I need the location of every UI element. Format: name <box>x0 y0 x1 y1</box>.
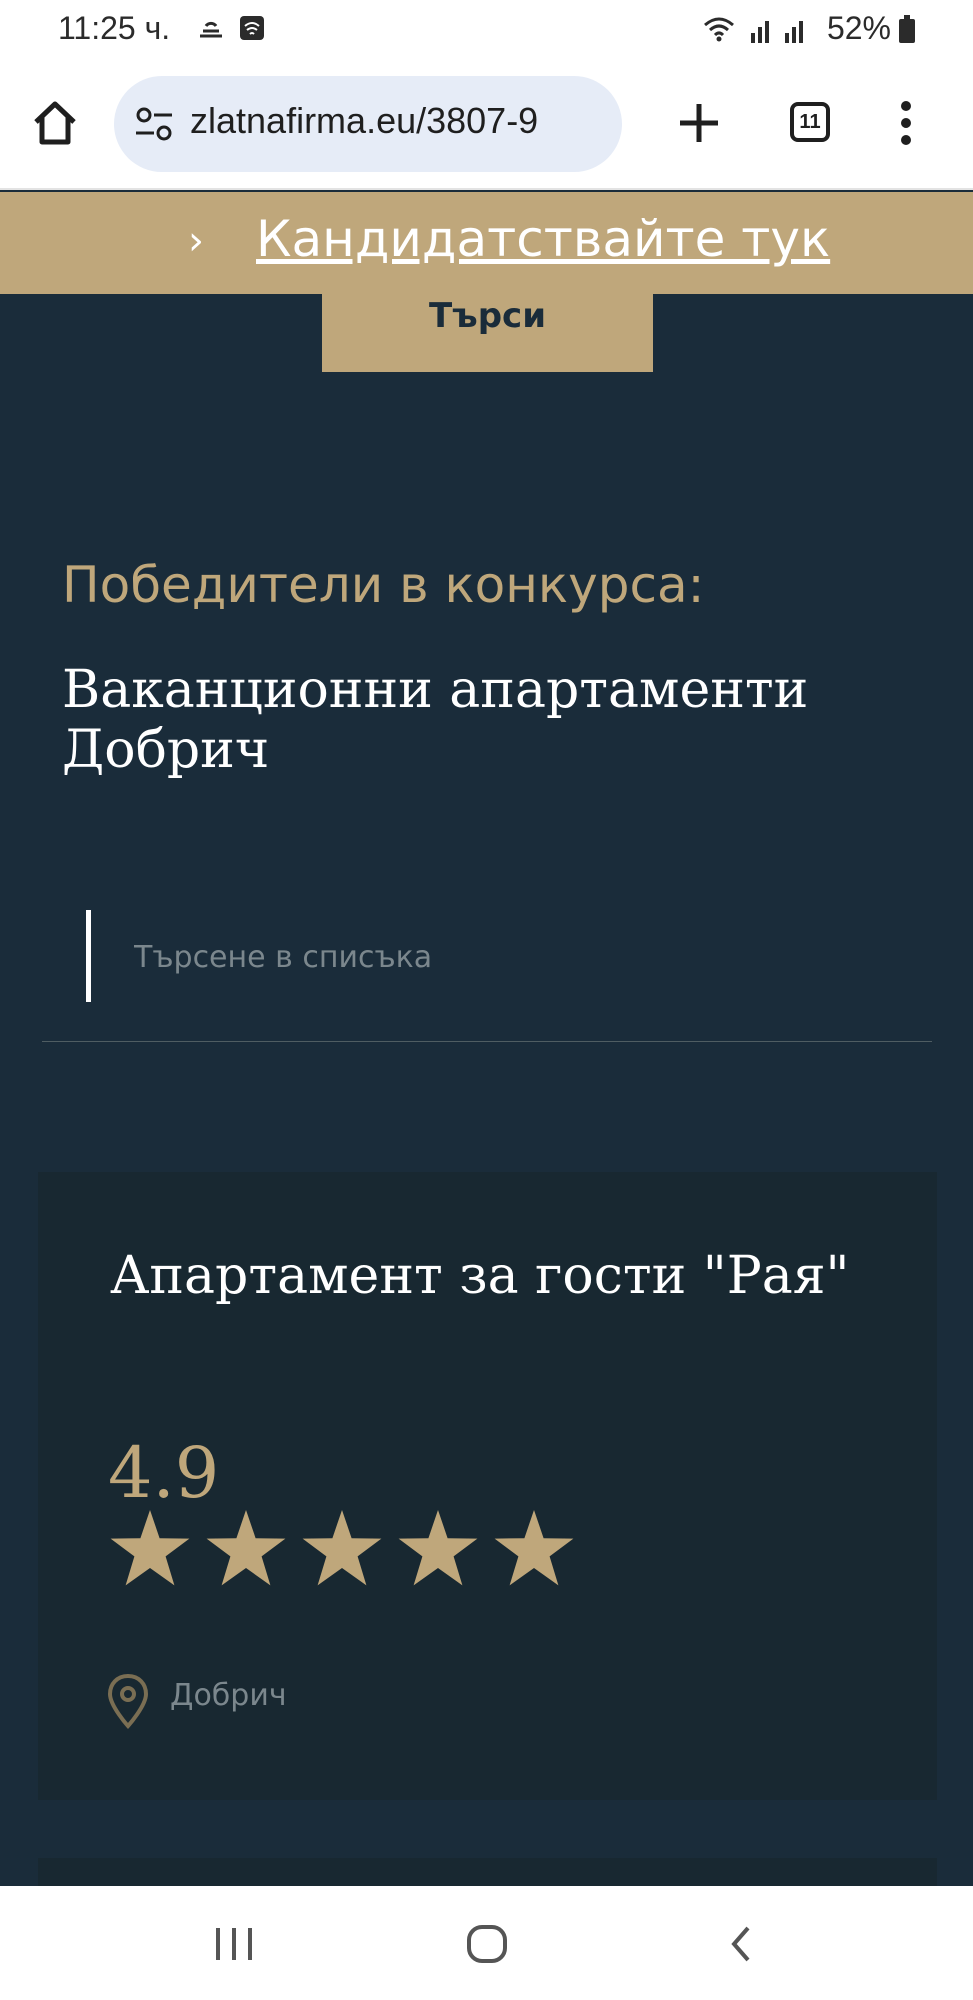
apply-link[interactable]: Кандидатствайте тук <box>256 210 830 268</box>
new-tab-button[interactable] <box>674 98 724 153</box>
battery-icon <box>899 14 915 43</box>
status-right: 52% <box>701 10 917 47</box>
winners-label: Победители в конкурса: <box>62 556 705 614</box>
status-bar: 11:25 ч. 52% <box>0 0 973 62</box>
weather-icon <box>200 16 264 40</box>
back-icon[interactable] <box>726 1924 756 1969</box>
listing-name[interactable]: Апартамент за гости "Рая" <box>110 1246 870 1306</box>
listing-card[interactable]: Апартамент за гости "Рая" 4.9 Добрич <box>38 1172 937 1800</box>
category-title: Ваканционни апартаменти Добрич <box>62 660 809 780</box>
system-nav-bar <box>0 1886 973 2000</box>
star-icon <box>494 1510 574 1586</box>
tab-switcher-button[interactable]: 11 <box>790 102 830 142</box>
star-icon <box>110 1510 190 1586</box>
home-nav-icon[interactable] <box>466 1924 508 1969</box>
text-caret <box>86 910 91 1002</box>
search-button[interactable]: Търси <box>322 294 653 372</box>
home-icon[interactable] <box>30 98 80 153</box>
status-icons <box>198 14 268 49</box>
battery-percent: 52% <box>826 10 891 46</box>
chevron-right-icon: › <box>188 218 204 264</box>
list-search <box>42 904 932 1042</box>
listing-rating: 4.9 <box>108 1432 220 1514</box>
rating-stars <box>108 1508 576 1592</box>
more-vertical-icon[interactable] <box>896 98 916 153</box>
list-search-input[interactable] <box>134 924 894 990</box>
plus-icon[interactable] <box>674 98 724 148</box>
browser-toolbar: zlatnafirma.eu/3807-9 11 <box>0 62 973 190</box>
url-text[interactable]: zlatnafirma.eu/3807-9 <box>190 100 538 142</box>
location-pin-icon <box>106 1672 150 1735</box>
star-icon <box>206 1510 286 1586</box>
star-icon <box>398 1510 478 1586</box>
status-time: 11:25 ч. <box>58 10 171 46</box>
recent-apps-icon[interactable] <box>212 1924 256 1969</box>
signal-icon <box>703 17 803 43</box>
apply-banner: › Кандидатствайте тук <box>0 192 973 294</box>
listing-card-next[interactable] <box>38 1858 937 1888</box>
address-bar[interactable]: zlatnafirma.eu/3807-9 <box>114 76 622 172</box>
star-icon <box>302 1510 382 1586</box>
tune-icon[interactable] <box>134 106 174 147</box>
listing-city: Добрич <box>170 1678 287 1713</box>
